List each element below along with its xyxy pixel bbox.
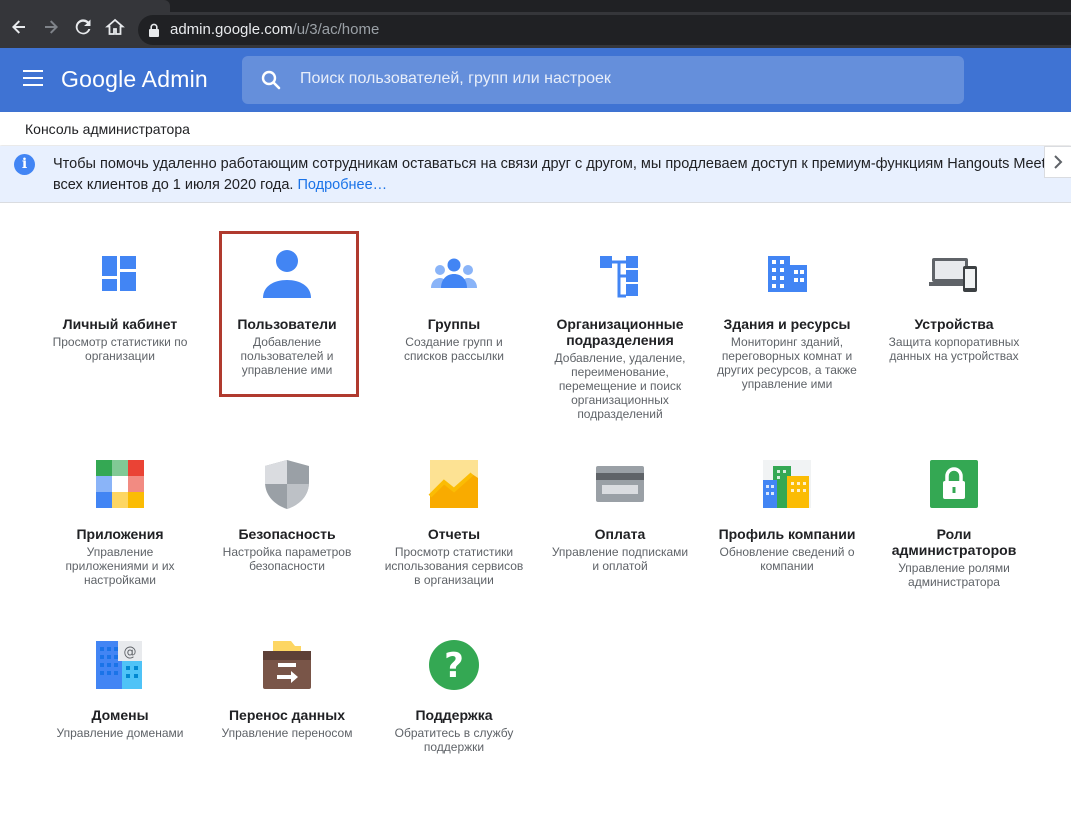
- url-text: admin.google.com/u/3/ac/home: [170, 21, 379, 38]
- tile-title: Отчеты: [427, 526, 481, 542]
- browser-tab[interactable]: [0, 0, 170, 12]
- tile-domains[interactable]: @ Домены Управление доменами: [50, 639, 190, 740]
- tile-description: Управление подписками и оплатой: [551, 545, 689, 573]
- data-migration-icon: [261, 639, 313, 691]
- home-icon[interactable]: [105, 17, 125, 37]
- tile-title: Личный кабинет: [62, 316, 178, 332]
- groups-icon: [428, 248, 480, 300]
- tile-title: Роли администраторов: [891, 526, 1017, 558]
- chevron-right-icon: [1054, 155, 1063, 169]
- reports-icon: [428, 458, 480, 510]
- banner-next-button[interactable]: [1044, 146, 1071, 178]
- tile-description: Управление доменами: [56, 726, 184, 740]
- search-bar[interactable]: Поиск пользователей, групп или настроек: [242, 56, 964, 104]
- tile-buildings[interactable]: Здания и ресурсы Мониторинг зданий, пере…: [717, 248, 857, 391]
- learn-more-link[interactable]: Подробнее…: [297, 177, 387, 193]
- tile-description: Добавление пользователей и управление им…: [240, 335, 334, 377]
- banner-line-2-text: всех клиентов до 1 июля 2020 года.: [53, 177, 294, 193]
- tile-users[interactable]: Пользователи Добавление пользователей и …: [217, 248, 357, 377]
- tile-title: Домены: [91, 707, 149, 723]
- lock-icon: [149, 23, 159, 37]
- banner-line-2: всех клиентов до 1 июля 2020 года. Подро…: [53, 175, 1053, 196]
- tile-title: Организационные подразделения: [556, 316, 684, 348]
- tile-billing[interactable]: Оплата Управление подписками и оплатой: [550, 458, 690, 573]
- company-profile-icon: [761, 458, 813, 510]
- tile-description: Просмотр статистики использования сервис…: [384, 545, 524, 587]
- shield-icon: [261, 458, 313, 510]
- url-host: admin.google.com: [170, 21, 293, 38]
- back-icon[interactable]: [9, 17, 29, 37]
- tile-description: Управление приложениями и их настройками: [65, 545, 175, 587]
- tile-title: Оплата: [594, 526, 646, 542]
- tile-title: Здания и ресурсы: [723, 316, 851, 332]
- reload-icon[interactable]: [73, 17, 93, 37]
- tile-groups[interactable]: Группы Создание групп и списков рассылки: [384, 248, 524, 363]
- tile-description: Защита корпоративных данных на устройств…: [888, 335, 1020, 363]
- tile-reports[interactable]: Отчеты Просмотр статистики использования…: [384, 458, 524, 587]
- tile-data-migration[interactable]: Перенос данных Управление переносом: [217, 639, 357, 740]
- banner-text: Чтобы помочь удаленно работающим сотрудн…: [53, 154, 1071, 196]
- dashboard-icon: [94, 248, 146, 300]
- tile-support[interactable]: ? Поддержка Обратитесь в службу поддержк…: [384, 639, 524, 754]
- tile-description: Создание групп и списков рассылки: [404, 335, 504, 363]
- tile-security[interactable]: Безопасность Настройка параметров безопа…: [217, 458, 357, 573]
- address-bar[interactable]: admin.google.com/u/3/ac/home: [138, 15, 1071, 45]
- forward-icon[interactable]: [41, 17, 61, 37]
- menu-icon[interactable]: [23, 70, 43, 86]
- tile-title: Безопасность: [238, 526, 336, 542]
- banner-line-1: Чтобы помочь удаленно работающим сотрудн…: [53, 156, 1071, 172]
- tile-description: Добавление, удаление, переименование, пе…: [554, 351, 686, 421]
- help-icon: ?: [428, 639, 480, 691]
- domains-icon: @: [94, 639, 146, 691]
- lock-icon: [928, 458, 980, 510]
- tile-admin-roles[interactable]: Роли администраторов Управление ролями а…: [884, 458, 1024, 589]
- svg-text:@: @: [124, 645, 137, 660]
- search-icon[interactable]: [260, 69, 282, 91]
- tile-description: Обновление сведений о компании: [719, 545, 855, 573]
- tile-org-units[interactable]: Организационные подразделения Добавление…: [550, 248, 690, 421]
- app-logo[interactable]: Google Admin: [61, 66, 208, 93]
- tile-title: Устройства: [914, 316, 994, 332]
- info-banner: i Чтобы помочь удаленно работающим сотру…: [0, 146, 1071, 203]
- breadcrumb[interactable]: Консоль администратора: [25, 121, 190, 137]
- breadcrumb-bar: Консоль администратора: [0, 112, 1071, 145]
- tab-strip: [0, 0, 1071, 12]
- browser-toolbar: admin.google.com/u/3/ac/home: [0, 0, 1071, 48]
- tile-devices[interactable]: Устройства Защита корпоративных данных н…: [884, 248, 1024, 363]
- user-icon: [261, 248, 313, 300]
- tile-company-profile[interactable]: Профиль компании Обновление сведений о к…: [717, 458, 857, 573]
- search-placeholder[interactable]: Поиск пользователей, групп или настроек: [300, 70, 611, 88]
- apps-icon: [94, 458, 146, 510]
- building-icon: [761, 248, 813, 300]
- tile-description: Обратитесь в службу поддержки: [394, 726, 514, 754]
- org-units-icon: [594, 248, 646, 300]
- tile-description: Управление переносом: [221, 726, 353, 740]
- devices-icon: [928, 248, 980, 300]
- tile-description: Настройка параметров безопасности: [222, 545, 352, 573]
- svg-text:?: ?: [444, 646, 464, 686]
- app-header: Google Admin Поиск пользователей, групп …: [0, 48, 1071, 112]
- tile-description: Мониторинг зданий, переговорных комнат и…: [717, 335, 857, 391]
- tile-description: Просмотр статистики по организации: [52, 335, 188, 363]
- tile-title: Приложения: [76, 526, 164, 542]
- tile-title: Поддержка: [415, 707, 493, 723]
- tile-title: Профиль компании: [718, 526, 856, 542]
- tile-apps[interactable]: Приложения Управление приложениями и их …: [50, 458, 190, 587]
- tile-title: Пользователи: [237, 316, 337, 332]
- tile-title: Перенос данных: [228, 707, 345, 723]
- info-icon: i: [14, 154, 35, 175]
- tile-title: Группы: [427, 316, 481, 332]
- tile-description: Управление ролями администратора: [898, 561, 1010, 589]
- credit-card-icon: [594, 458, 646, 510]
- tile-dashboard[interactable]: Личный кабинет Просмотр статистики по ор…: [50, 248, 190, 363]
- url-path: /u/3/ac/home: [292, 21, 380, 38]
